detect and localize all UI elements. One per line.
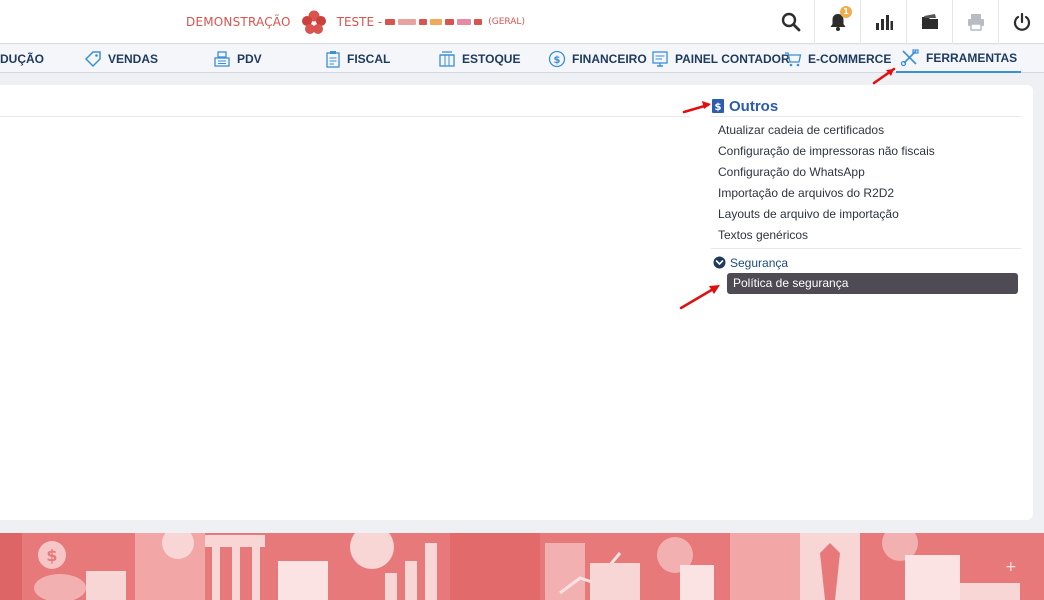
redacted-text [474, 19, 483, 25]
notification-badge: 1 [840, 6, 852, 18]
redacted-text [430, 19, 443, 25]
annotation-arrow [872, 67, 896, 85]
menu-item-textos-genericos[interactable]: Textos genéricos [718, 225, 1023, 246]
menu-item-layouts-importacao[interactable]: Layouts de arquivo de importação [718, 204, 1023, 225]
nav-item-financeiro[interactable]: $ FINANCEIRO [548, 45, 647, 73]
svg-text:$: $ [46, 546, 57, 565]
demo-label: DEMONSTRAÇÃO [186, 15, 291, 29]
nav-item-vendas[interactable]: VENDAS [84, 45, 158, 73]
nav-item-producao[interactable]: DUÇÃO [0, 45, 44, 73]
redacted-text [445, 19, 455, 25]
power-icon [1013, 12, 1030, 31]
nav-item-label: VENDAS [108, 52, 159, 66]
nav-item-label: ESTOQUE [462, 52, 521, 66]
files-button[interactable] [906, 0, 952, 44]
company-label: TESTE - [336, 15, 383, 29]
monitor-icon [652, 51, 668, 67]
nav-item-pdv[interactable]: PDV [213, 45, 262, 73]
brand-area: DEMONSTRAÇÃO TESTE - (GERAL) [186, 0, 525, 44]
folder-icon [921, 14, 938, 29]
menu-items: Atualizar cadeia de certificados Configu… [711, 120, 1023, 246]
section-seguranca-toggle[interactable]: Segurança [711, 252, 1023, 273]
dollar-icon: $ [548, 50, 566, 68]
nav-item-label: DUÇÃO [0, 52, 44, 66]
logout-button[interactable] [998, 0, 1044, 44]
menu-item-importacao-r2d2[interactable]: Importação de arquivos do R2D2 [718, 183, 1023, 204]
menu-item-atualizar-cadeia[interactable]: Atualizar cadeia de certificados [718, 120, 1023, 141]
print-button[interactable] [952, 0, 998, 44]
footer-illustration: $ + [0, 533, 1044, 600]
scope-label: (GERAL) [488, 17, 525, 27]
svg-text:+: + [1005, 559, 1017, 575]
clipboard-icon [326, 51, 340, 68]
company-name[interactable]: TESTE - (GERAL) [337, 15, 525, 29]
redacted-text [398, 19, 417, 25]
annotation-arrow [682, 101, 711, 114]
box-icon [439, 51, 455, 67]
redacted-text [385, 19, 396, 25]
redacted-text [419, 19, 428, 25]
chevron-down-icon [713, 256, 726, 269]
menu-item-config-impressoras[interactable]: Configuração de impressoras não fiscais [718, 141, 1023, 162]
top-bar: DEMONSTRAÇÃO TESTE - (GERAL) 1 [0, 0, 1044, 44]
tools-menu-outros: $ Outros Atualizar cadeia de certificado… [711, 96, 1023, 294]
redacted-text [457, 19, 472, 25]
search-button[interactable] [768, 0, 814, 44]
reports-button[interactable] [860, 0, 906, 44]
nav-item-label: FISCAL [347, 52, 391, 66]
menu-item-config-whatsapp[interactable]: Configuração do WhatsApp [718, 162, 1023, 183]
company-logo [301, 10, 326, 34]
menu-title: Outros [729, 97, 779, 115]
annotation-arrow [679, 285, 720, 310]
nav-item-label: PDV [237, 52, 262, 66]
nav-item-label: FINANCEIRO [572, 52, 647, 66]
chart-icon [875, 15, 893, 30]
nav-item-label: PAINEL CONTADOR [675, 52, 790, 66]
tag-icon [84, 51, 101, 68]
nav-item-fiscal[interactable]: FISCAL [325, 45, 390, 73]
top-actions: 1 [768, 0, 1044, 44]
divider [711, 248, 1021, 249]
svg-text:$: $ [715, 102, 722, 113]
nav-item-label: FERRAMENTAS [926, 51, 1018, 65]
svg-text:$: $ [554, 55, 561, 66]
menu-header: $ Outros [711, 96, 1023, 116]
printer-icon [967, 14, 984, 31]
finance-illustration: $ + [0, 533, 1044, 600]
nav-item-ferramentas[interactable]: FERRAMENTAS [896, 45, 1022, 73]
section-label: Segurança [730, 255, 789, 270]
cart-icon [785, 52, 802, 67]
nav-item-painel-contador[interactable]: PAINEL CONTADOR [651, 45, 790, 73]
search-icon [781, 12, 801, 32]
menu-item-politica-seguranca[interactable]: Política de segurança [727, 273, 1018, 294]
divider [0, 116, 690, 117]
cash-register-icon [214, 51, 230, 67]
nav-item-estoque[interactable]: ESTOQUE [438, 45, 520, 73]
notifications-button[interactable]: 1 [814, 0, 860, 44]
divider [711, 116, 1021, 117]
tools-icon [900, 49, 919, 67]
